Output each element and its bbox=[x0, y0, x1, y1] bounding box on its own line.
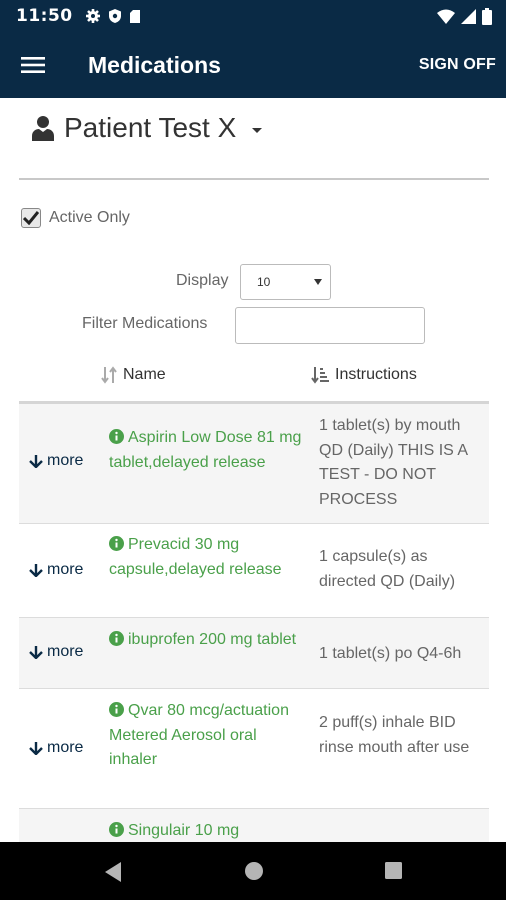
table-row: more Aspirin Low Dose 81 mg tablet,delay… bbox=[19, 404, 489, 524]
medication-name-text: Prevacid 30 mg capsule,delayed release bbox=[109, 536, 282, 578]
arrow-down-icon bbox=[29, 455, 43, 468]
more-button[interactable]: more bbox=[29, 561, 83, 579]
chevron-down-icon bbox=[252, 127, 263, 133]
medication-name[interactable]: Prevacid 30 mg capsule,delayed release bbox=[109, 533, 304, 582]
filter-medications-input[interactable] bbox=[235, 307, 425, 344]
active-only-toggle[interactable]: Active Only bbox=[21, 208, 130, 228]
table-row: more Prevacid 30 mg capsule,delayed rele… bbox=[19, 524, 489, 618]
arrow-down-icon bbox=[29, 564, 43, 577]
system-nav-bar bbox=[0, 842, 506, 900]
arrow-down-icon bbox=[29, 646, 43, 659]
medication-name[interactable]: Aspirin Low Dose 81 mg tablet,delayed re… bbox=[109, 426, 304, 475]
patient-name: Patient Test X bbox=[64, 112, 237, 143]
battery-icon bbox=[482, 7, 492, 25]
more-label: more bbox=[47, 561, 84, 578]
status-system-icons bbox=[437, 7, 492, 25]
active-only-label: Active Only bbox=[49, 209, 130, 226]
medications-table: more Aspirin Low Dose 81 mg tablet,delay… bbox=[19, 404, 489, 869]
filter-medications-label: Filter Medications bbox=[82, 315, 208, 332]
medication-instructions: 1 tablet(s) by mouth QD (Daily) THIS IS … bbox=[319, 417, 468, 508]
medication-name-text: Singulair 10 mg bbox=[128, 822, 240, 839]
sd-card-icon bbox=[129, 9, 140, 23]
instructions-column-label: Instructions bbox=[335, 366, 417, 383]
sort-amount-icon bbox=[311, 367, 329, 384]
medication-instructions: 2 puff(s) inhale BID rinse mouth after u… bbox=[319, 714, 470, 756]
medication-name-text: Aspirin Low Dose 81 mg tablet,delayed re… bbox=[109, 429, 302, 471]
active-only-checkbox[interactable] bbox=[21, 208, 41, 228]
more-label: more bbox=[47, 643, 84, 660]
shield-icon bbox=[108, 9, 121, 23]
status-bar: 11:50 bbox=[0, 0, 506, 32]
back-icon[interactable] bbox=[103, 861, 123, 883]
display-label: Display bbox=[176, 272, 229, 289]
hamburger-menu-icon bbox=[21, 57, 45, 73]
display-count-value: 10 bbox=[257, 275, 271, 289]
dropdown-arrow-icon bbox=[314, 279, 322, 285]
info-icon bbox=[109, 429, 124, 444]
page-title: Medications bbox=[88, 51, 221, 78]
recents-icon[interactable] bbox=[384, 861, 403, 880]
more-label: more bbox=[47, 452, 84, 469]
more-label: more bbox=[47, 739, 84, 756]
info-icon bbox=[109, 536, 124, 551]
display-count-select[interactable]: 10 bbox=[240, 264, 331, 300]
more-button[interactable]: more bbox=[29, 452, 83, 470]
sort-icon bbox=[101, 366, 117, 384]
medication-name[interactable]: Singulair 10 mg bbox=[109, 819, 304, 844]
more-button[interactable]: more bbox=[29, 739, 83, 757]
signal-icon bbox=[461, 8, 476, 24]
medication-instructions: 1 tablet(s) po Q4-6h bbox=[319, 645, 462, 662]
checkmark-icon bbox=[23, 211, 39, 225]
divider bbox=[19, 178, 489, 180]
gear-icon bbox=[85, 9, 100, 23]
patient-selector[interactable]: Patient Test X bbox=[32, 112, 263, 144]
sign-off-button[interactable]: SIGN OFF bbox=[419, 56, 496, 74]
app-bar: Medications SIGN OFF bbox=[0, 32, 506, 98]
name-column-header[interactable]: Name bbox=[101, 366, 166, 384]
medication-name[interactable]: Qvar 80 mcg/actuation Metered Aerosol or… bbox=[109, 699, 304, 773]
name-column-label: Name bbox=[123, 366, 166, 383]
home-icon[interactable] bbox=[244, 861, 264, 881]
user-icon bbox=[32, 116, 54, 141]
medication-instructions: 1 capsule(s) as directed QD (Daily) bbox=[319, 548, 456, 590]
more-button[interactable]: more bbox=[29, 643, 83, 661]
wifi-icon bbox=[437, 9, 455, 24]
arrow-down-icon bbox=[29, 742, 43, 755]
table-row: more ibuprofen 200 mg tablet 1 tablet(s)… bbox=[19, 618, 489, 689]
instructions-column-header[interactable]: Instructions bbox=[311, 366, 417, 384]
status-notification-icons bbox=[85, 8, 141, 24]
info-icon bbox=[109, 822, 124, 837]
medication-name[interactable]: ibuprofen 200 mg tablet bbox=[109, 628, 304, 653]
info-icon bbox=[109, 702, 124, 717]
medication-name-text: Qvar 80 mcg/actuation Metered Aerosol or… bbox=[109, 702, 289, 768]
medication-name-text: ibuprofen 200 mg tablet bbox=[128, 631, 297, 648]
info-icon bbox=[109, 631, 124, 646]
menu-button[interactable] bbox=[0, 32, 70, 98]
table-row: more Qvar 80 mcg/actuation Metered Aeros… bbox=[19, 689, 489, 809]
status-time: 11:50 bbox=[16, 6, 73, 26]
